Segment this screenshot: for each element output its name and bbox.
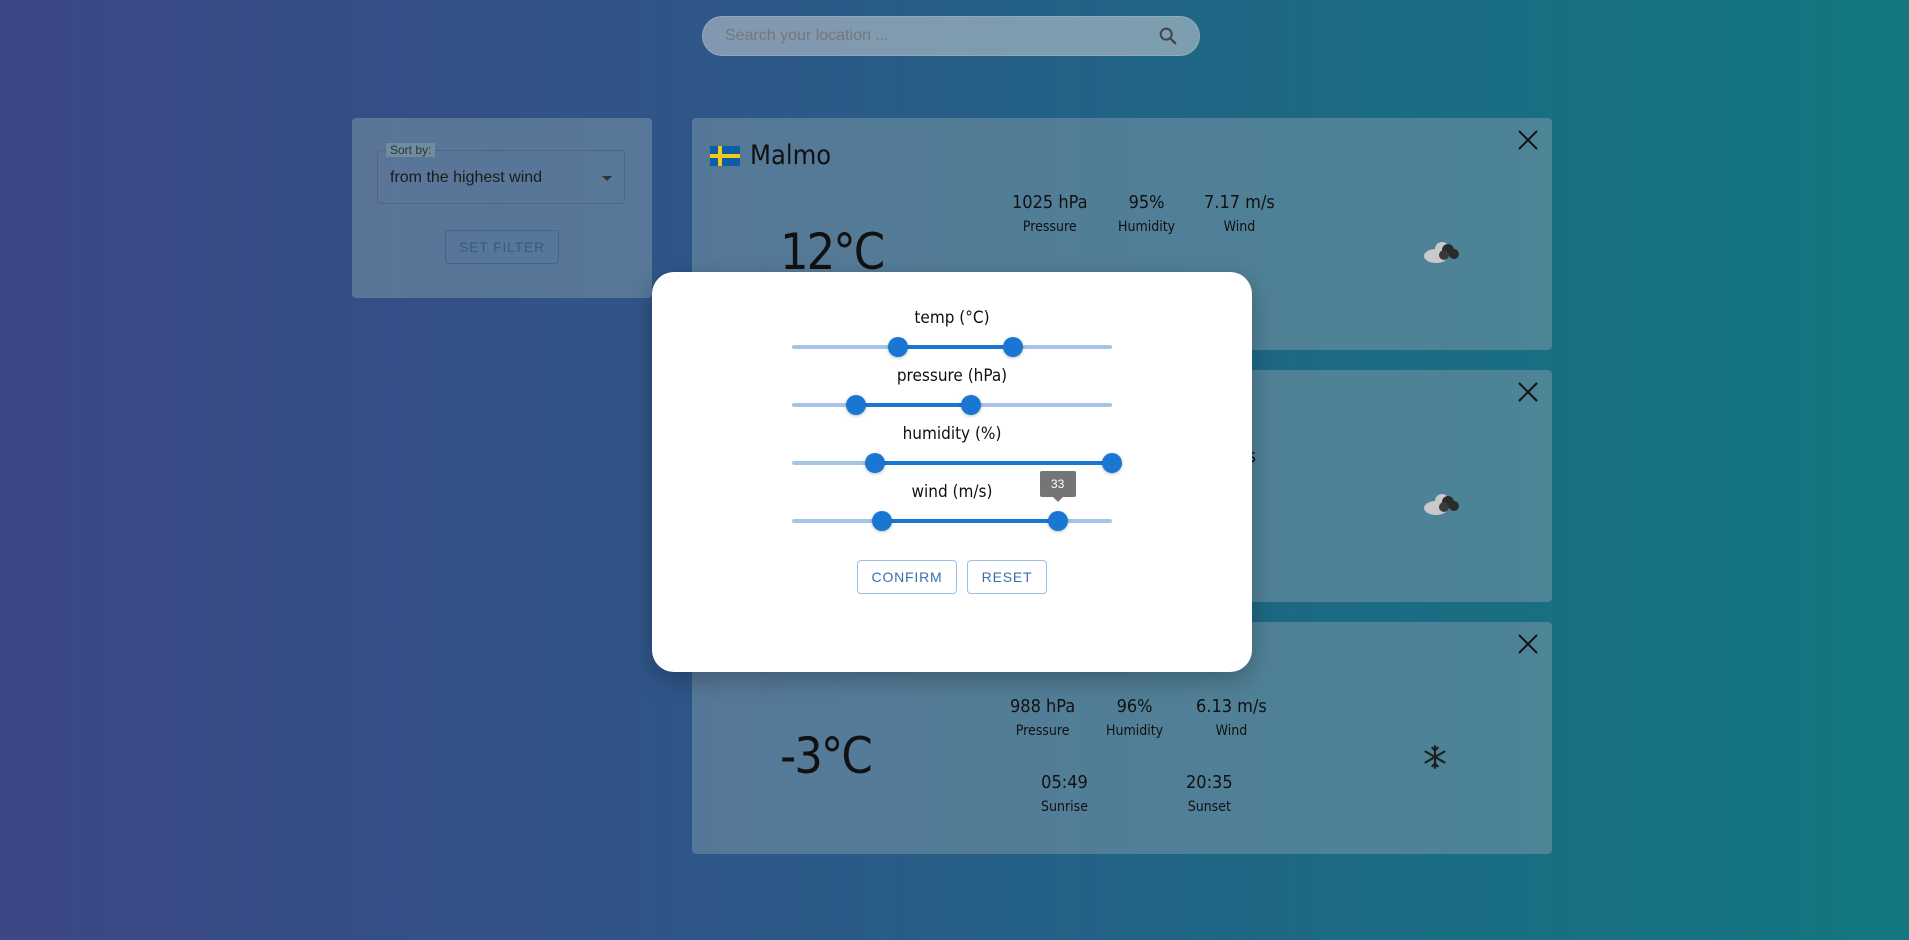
slider-value-tooltip: 33 — [1039, 471, 1076, 502]
slider-thumb-min[interactable] — [887, 337, 908, 357]
slider-track — [856, 403, 972, 407]
wind-range-slider[interactable]: 33 — [792, 471, 1112, 531]
reset-button[interactable]: RESET — [967, 560, 1047, 594]
temp-slider-label: temp (°C) — [914, 308, 990, 328]
wind-slider-label: wind (m/s) — [911, 482, 993, 502]
pressure-range-slider[interactable] — [792, 395, 1112, 415]
slider-thumb-min[interactable] — [865, 453, 886, 473]
slider-track — [897, 345, 1013, 349]
slider-track — [881, 519, 1058, 523]
slider-track — [875, 461, 1112, 465]
confirm-button[interactable]: CONFIRM — [857, 560, 957, 594]
slider-thumb-min[interactable] — [871, 511, 892, 531]
pressure-slider-label: pressure (hPa) — [896, 366, 1008, 386]
temp-range-slider[interactable] — [792, 337, 1112, 357]
filter-modal: temp (°C) pressure (hPa) humidity (%) wi… — [652, 272, 1252, 672]
slider-thumb-max[interactable] — [961, 395, 982, 415]
humidity-range-slider[interactable] — [792, 453, 1122, 473]
humidity-slider-label: humidity (%) — [902, 424, 1002, 444]
slider-thumb-max[interactable] — [1102, 453, 1122, 473]
slider-thumb-min[interactable] — [846, 395, 866, 415]
slider-thumb-max[interactable] — [1002, 337, 1023, 357]
slider-thumb-max[interactable] — [1047, 511, 1068, 531]
